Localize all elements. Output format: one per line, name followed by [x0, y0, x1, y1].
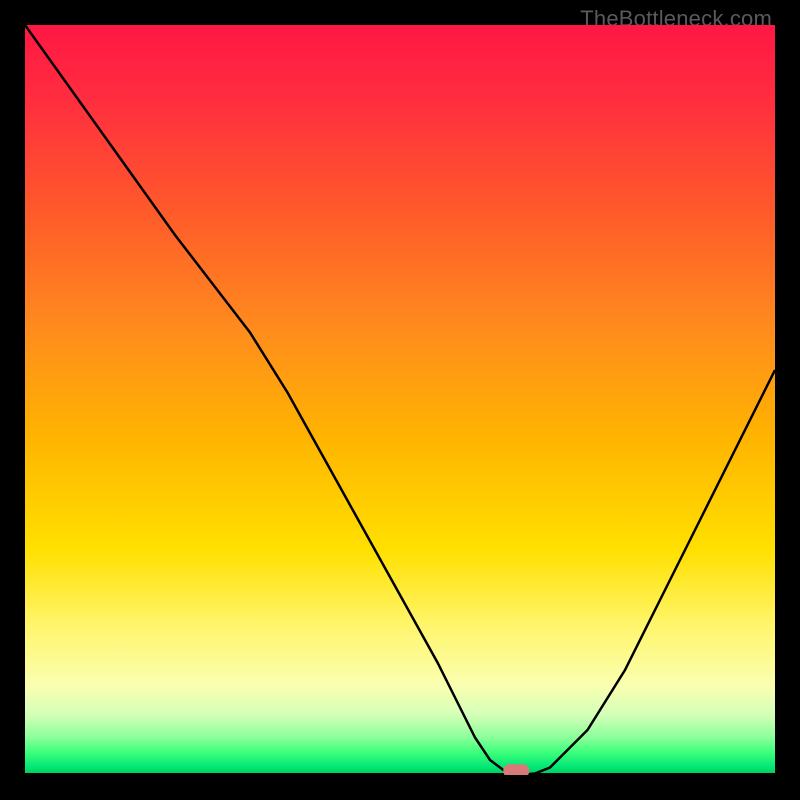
optimal-marker [503, 764, 529, 775]
plot-area [25, 25, 775, 775]
chart-svg [25, 25, 775, 775]
chart-container: TheBottleneck.com [0, 0, 800, 800]
gradient-background [25, 25, 775, 775]
